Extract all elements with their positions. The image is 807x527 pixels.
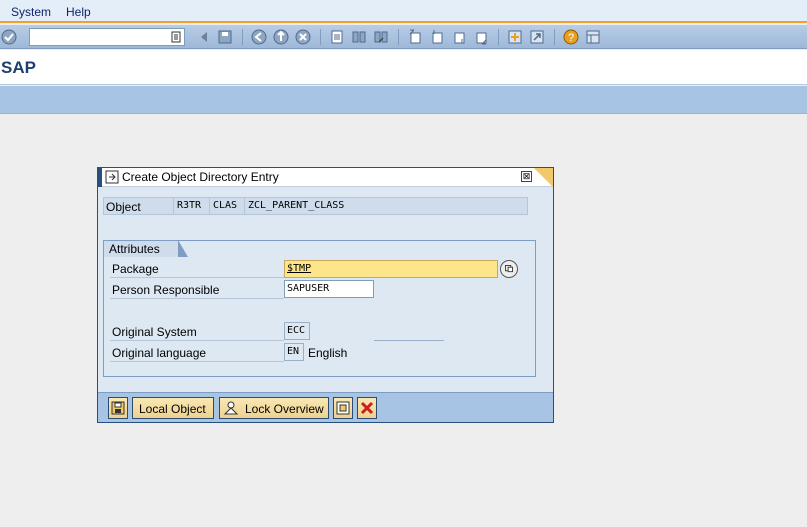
package-value-rest: TMP bbox=[293, 263, 312, 274]
command-field[interactable] bbox=[29, 28, 185, 46]
object-pgmid: R3TR bbox=[173, 198, 209, 214]
person-responsible-input[interactable]: SAPUSER bbox=[284, 280, 374, 298]
dialog-close-button[interactable]: ⊠ bbox=[521, 171, 532, 182]
cancel-x-icon bbox=[360, 401, 374, 415]
previous-page-icon[interactable] bbox=[429, 29, 445, 45]
toolbar-separator bbox=[498, 29, 499, 45]
dialog-window-icon bbox=[105, 170, 119, 184]
command-input[interactable] bbox=[30, 29, 168, 45]
menu-system-label: System bbox=[11, 5, 52, 19]
menu-help[interactable]: Help bbox=[66, 5, 91, 19]
attributes-group-label: Attributes bbox=[109, 242, 160, 256]
next-page-icon[interactable] bbox=[451, 29, 467, 45]
lock-overview-button[interactable]: Lock Overview bbox=[219, 397, 329, 419]
dialog-title-bar: Create Object Directory Entry ⊠ bbox=[98, 168, 553, 187]
standard-toolbar: ? bbox=[0, 25, 807, 49]
save-icon[interactable] bbox=[217, 29, 233, 45]
menu-help-label: Help bbox=[66, 5, 91, 19]
first-page-icon[interactable] bbox=[407, 29, 423, 45]
package-value-help-icon[interactable] bbox=[500, 260, 518, 278]
shortcut-icon[interactable] bbox=[529, 29, 545, 45]
cancel-icon[interactable] bbox=[295, 29, 311, 45]
original-system-label: Original System bbox=[110, 323, 284, 341]
local-object-button[interactable]: Local Object bbox=[132, 397, 214, 419]
save-button[interactable] bbox=[108, 397, 128, 419]
enter-icon[interactable] bbox=[1, 29, 17, 45]
menu-system[interactable]: System bbox=[11, 5, 51, 19]
dialog-button-bar: Local Object Lock Overview bbox=[98, 392, 553, 422]
page-title: SAP bbox=[1, 58, 36, 77]
toolbar-separator bbox=[320, 29, 321, 45]
original-language-code: EN bbox=[284, 343, 304, 361]
package-input[interactable]: $TMP bbox=[284, 260, 498, 278]
back-arrow-icon[interactable] bbox=[251, 29, 267, 45]
menu-bar: System Help bbox=[0, 0, 807, 23]
toolbar-separator bbox=[398, 29, 399, 45]
object-name: ZCL_PARENT_CLASS bbox=[244, 198, 364, 214]
original-language-label: Original language bbox=[110, 344, 284, 362]
attributes-group-tab: Attributes bbox=[103, 240, 188, 257]
application-toolbar bbox=[0, 86, 807, 114]
original-system-underline bbox=[374, 340, 444, 341]
find-icon[interactable] bbox=[351, 29, 367, 45]
dialog-title: Create Object Directory Entry bbox=[122, 170, 279, 184]
entry-overview-button[interactable] bbox=[333, 397, 353, 419]
object-type: CLAS bbox=[209, 198, 244, 214]
original-system-field: ECC bbox=[284, 322, 310, 340]
history-icon[interactable] bbox=[170, 30, 182, 44]
print-icon[interactable] bbox=[329, 29, 345, 45]
help-icon[interactable]: ? bbox=[563, 29, 579, 45]
object-label: Object bbox=[106, 200, 141, 214]
layout-icon[interactable] bbox=[585, 29, 601, 45]
original-language-text: English bbox=[308, 346, 348, 360]
cancel-button[interactable] bbox=[357, 397, 377, 419]
back-icon[interactable] bbox=[196, 29, 212, 45]
dialog-accent-bar bbox=[98, 168, 102, 187]
new-session-icon[interactable] bbox=[507, 29, 523, 45]
local-object-label: Local Object bbox=[139, 402, 206, 416]
last-page-icon[interactable] bbox=[473, 29, 489, 45]
find-next-icon[interactable] bbox=[373, 29, 389, 45]
package-label: Package bbox=[110, 260, 284, 278]
title-bar: SAP bbox=[0, 50, 807, 85]
save-icon bbox=[111, 401, 125, 415]
object-row: Object R3TR CLAS ZCL_PARENT_CLASS bbox=[103, 197, 528, 215]
svg-text:?: ? bbox=[568, 32, 574, 44]
toolbar-separator bbox=[554, 29, 555, 45]
entry-overview-icon bbox=[336, 401, 350, 415]
lock-overview-icon bbox=[223, 401, 239, 415]
exit-icon[interactable] bbox=[273, 29, 289, 45]
lock-overview-label: Lock Overview bbox=[245, 402, 324, 416]
create-object-directory-dialog: Create Object Directory Entry ⊠ Object R… bbox=[97, 167, 554, 423]
toolbar-separator bbox=[242, 29, 243, 45]
dialog-title-corner bbox=[534, 168, 553, 187]
person-responsible-label: Person Responsible bbox=[110, 281, 284, 299]
